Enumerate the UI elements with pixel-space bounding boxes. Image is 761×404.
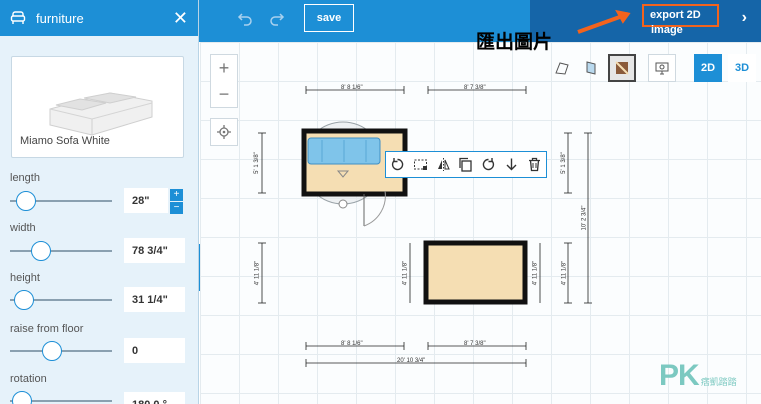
mode-2d-button[interactable]: 2D bbox=[694, 54, 722, 82]
watermark-logo: PK bbox=[659, 359, 700, 392]
dim-top-right: 8' 7 3/8" bbox=[464, 85, 486, 91]
dim-mid-right: 4' 11 1/8" bbox=[532, 260, 539, 286]
zoom-out-button[interactable]: − bbox=[219, 84, 230, 105]
zoom-control: + − bbox=[210, 54, 238, 108]
room-lower-right[interactable] bbox=[423, 240, 528, 305]
zoom-in-button[interactable]: + bbox=[219, 58, 230, 79]
watermark: PK 痞凱踏踏 bbox=[659, 359, 737, 393]
floor-plan bbox=[258, 9, 631, 367]
dim-left-upper: 5' 1 3/8" bbox=[253, 152, 260, 174]
dim-right-total: 10' 2 3/4" bbox=[581, 205, 588, 231]
flip-icon[interactable] bbox=[436, 157, 451, 172]
monitor-gear-icon bbox=[655, 62, 669, 75]
dim-bottom-left: 8' 8 1/6" bbox=[341, 341, 363, 347]
export-annotation: 匯出圖片 bbox=[476, 31, 553, 53]
dim-right-upper: 5' 1 3/8" bbox=[560, 152, 567, 174]
crosshair-icon bbox=[217, 125, 231, 139]
dim-left-lower: 4' 11 1/8" bbox=[254, 260, 261, 286]
watermark-tag: 痞凱踏踏 bbox=[700, 376, 737, 387]
move-down-icon[interactable] bbox=[504, 157, 519, 172]
annotation-arrowhead bbox=[615, 9, 631, 24]
trash-icon[interactable] bbox=[527, 157, 542, 172]
dim-mid-left: 4' 11 1/8" bbox=[402, 260, 409, 286]
dimension-lines bbox=[258, 86, 592, 367]
view-option-1[interactable] bbox=[548, 54, 576, 82]
display-settings-button[interactable] bbox=[648, 54, 676, 82]
wall-view-icon bbox=[586, 61, 596, 75]
copy-icon[interactable] bbox=[458, 157, 473, 172]
room-view-icon bbox=[615, 61, 629, 75]
locate-button[interactable] bbox=[210, 118, 238, 146]
view-option-2[interactable] bbox=[578, 54, 606, 82]
select-icon[interactable] bbox=[413, 157, 428, 172]
dim-bottom-right: 8' 7 3/8" bbox=[464, 341, 486, 347]
rotate-right-icon[interactable] bbox=[481, 157, 496, 172]
dim-bottom-total: 20' 10 3/4" bbox=[397, 358, 426, 364]
object-action-bar bbox=[385, 151, 547, 178]
resize-handle[interactable] bbox=[338, 199, 348, 209]
mode-3d-button[interactable]: 3D bbox=[728, 54, 756, 82]
dim-right-lower: 4' 11 1/8" bbox=[561, 260, 568, 286]
rotate-left-icon[interactable] bbox=[390, 157, 405, 172]
dim-top-left: 8' 8 1/6" bbox=[341, 85, 363, 91]
floor-view-icon bbox=[555, 62, 569, 75]
view-option-3[interactable] bbox=[608, 54, 636, 82]
